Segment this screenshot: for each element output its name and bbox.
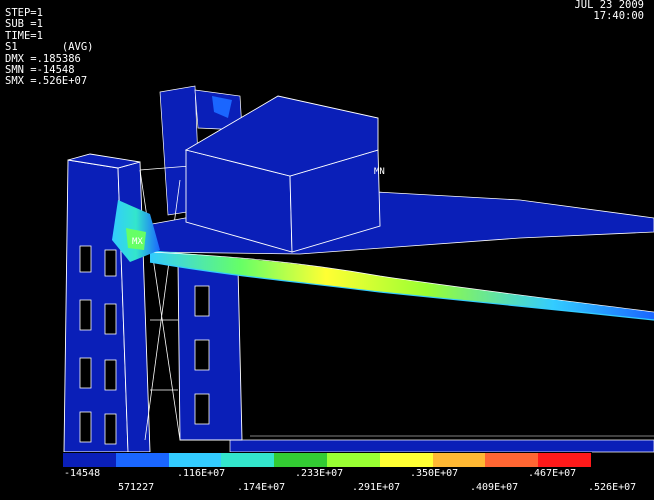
model-viewport[interactable]: MX MN <box>0 0 654 500</box>
mn-marker: MN <box>374 167 385 177</box>
legend-swatch <box>379 453 433 467</box>
legend-swatch <box>221 453 275 467</box>
legend-swatch <box>115 453 169 467</box>
time-stamp: 17:40:00 <box>593 10 644 23</box>
center-openings <box>194 285 210 425</box>
timestamp-block: JUL 23 2009 17:40:00 <box>574 0 644 23</box>
result-info-block: STEP=1 SUB =1 TIME=1 S1 (AVG) DMX =.1853… <box>5 7 94 88</box>
mx-marker: MX <box>132 237 143 247</box>
legend-swatch <box>63 453 116 467</box>
smx-label: SMX =.526E+07 <box>5 75 88 88</box>
legend-swatch <box>168 453 222 467</box>
contour-legend <box>62 452 592 468</box>
result-type-label: S1 (AVG) <box>5 41 94 54</box>
center-column <box>177 261 243 441</box>
floor-plate <box>229 439 654 453</box>
legend-swatch <box>538 453 591 467</box>
legend-swatch <box>274 453 327 467</box>
legend-swatch <box>432 453 486 467</box>
legend-swatch <box>485 453 539 467</box>
legend-swatch <box>326 453 380 467</box>
